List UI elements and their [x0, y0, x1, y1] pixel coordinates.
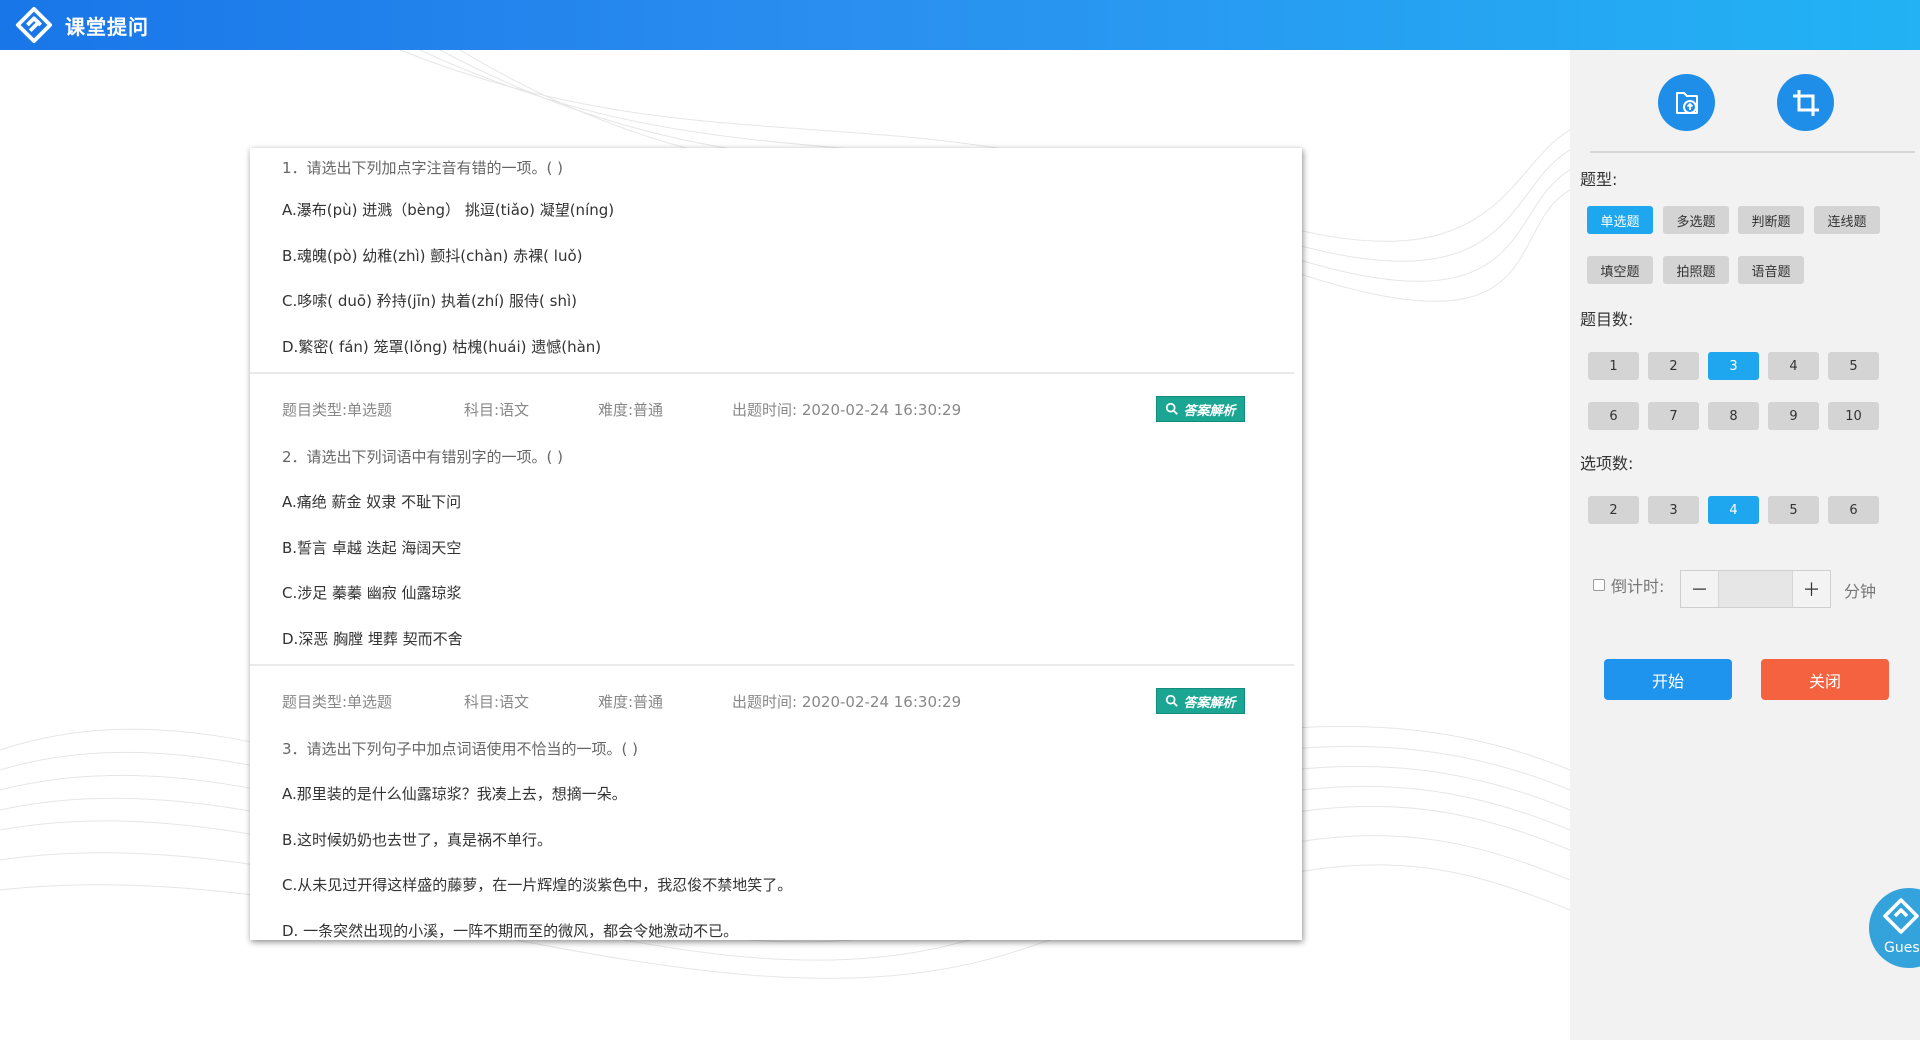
close-button[interactable]: 关闭 [1761, 659, 1889, 700]
answer-analysis-button[interactable]: 答案解析 [1156, 396, 1245, 422]
crop-button[interactable] [1777, 74, 1834, 131]
countdown-input[interactable] [1718, 571, 1793, 607]
minutes-unit-label: 分钟 [1844, 582, 1877, 601]
app-header: 课堂提问 [0, 0, 1920, 50]
count-option-10[interactable]: 10 [1828, 402, 1879, 430]
question-option: B.魂魄(pò) 幼稚(zhì) 颤抖(chàn) 赤裸( luǒ) [282, 246, 583, 265]
question-meta: 题目类型:单选题 科目:语文 难度:普通 出题时间: 2020-02-24 16… [250, 384, 1302, 434]
question-panel: 1．请选出下列加点字注音有错的一项。( ) A.瀑布(pù) 迸溅（bèng） … [250, 148, 1302, 940]
question-type: 题目类型:单选题 [282, 692, 393, 711]
answer-analysis-button[interactable]: 答案解析 [1156, 688, 1245, 714]
count-option-8[interactable]: 8 [1708, 402, 1759, 430]
diamond-logo-icon [15, 6, 53, 44]
type-single-choice[interactable]: 单选题 [1587, 206, 1653, 234]
options-option-6[interactable]: 6 [1828, 496, 1879, 524]
divider [250, 372, 1294, 374]
question-title: 3．请选出下列句子中加点词语使用不恰当的一项。( ) [282, 740, 639, 758]
count-option-1[interactable]: 1 [1588, 352, 1639, 380]
countdown-label: 倒计时: [1611, 577, 1665, 596]
count-option-3[interactable]: 3 [1708, 352, 1759, 380]
search-icon [1166, 694, 1179, 707]
question-option: D.繁密( fán) 笼罩(lǒng) 枯槐(huái) 遗憾(hàn) [282, 337, 602, 356]
search-icon [1166, 402, 1179, 415]
question-block: 题目类型:单选题 科目:语文 难度:普通 出题时间: 2020-02-24 16… [250, 384, 1302, 666]
type-true-false[interactable]: 判断题 [1738, 206, 1804, 234]
question-type: 题目类型:单选题 [282, 400, 393, 419]
option-count-label: 选项数: [1580, 454, 1634, 473]
type-multiple-choice[interactable]: 多选题 [1663, 206, 1729, 234]
question-option: C.从未见过开得这样盛的藤萝，在一片辉煌的淡紫色中，我忍俊不禁地笑了。 [282, 876, 793, 894]
increment-button[interactable]: ＋ [1793, 571, 1830, 607]
countdown-toggle[interactable]: 倒计时: [1593, 573, 1664, 597]
upload-file-button[interactable] [1658, 74, 1715, 131]
countdown-stepper: － ＋ [1680, 570, 1831, 608]
question-option: D.深恶 胸膛 埋葬 契而不舍 [282, 629, 463, 648]
count-option-7[interactable]: 7 [1648, 402, 1699, 430]
settings-panel: 题型: 单选题 多选题 判断题 连线题 填空题 拍照题 语音题 题目数: 1 2… [1570, 50, 1920, 1040]
question-title: 1．请选出下列加点字注音有错的一项。( ) [282, 159, 564, 177]
app-title: 课堂提问 [65, 14, 149, 39]
question-subject: 科目:语文 [464, 692, 530, 711]
count-option-4[interactable]: 4 [1768, 352, 1819, 380]
crop-icon [1792, 89, 1819, 116]
question-option: B.誓言 卓越 迭起 海阔天空 [282, 538, 462, 557]
question-difficulty: 难度:普通 [598, 692, 664, 711]
question-difficulty: 难度:普通 [598, 400, 664, 419]
type-matching[interactable]: 连线题 [1814, 206, 1880, 234]
options-option-3[interactable]: 3 [1648, 496, 1699, 524]
folder-upload-icon [1675, 91, 1698, 114]
question-option: D. 一条突然出现的小溪，一阵不期而至的微风，都会令她激动不已。 [282, 921, 739, 940]
divider [1590, 151, 1915, 153]
diamond-logo-icon [1883, 898, 1919, 934]
question-count-label: 题目数: [1580, 310, 1634, 329]
question-time: 出题时间: 2020-02-24 16:30:29 [732, 692, 962, 711]
answer-analysis-label: 答案解析 [1183, 695, 1236, 711]
question-time: 出题时间: 2020-02-24 16:30:29 [732, 400, 962, 419]
question-block: 题目类型:单选题 科目:语文 难度:普通 出题时间: 2020-02-24 16… [250, 676, 1302, 940]
question-meta: 题目类型:单选题 科目:语文 难度:普通 出题时间: 2020-02-24 16… [250, 676, 1302, 726]
question-type-label: 题型: [1580, 170, 1618, 189]
count-option-2[interactable]: 2 [1648, 352, 1699, 380]
start-button[interactable]: 开始 [1604, 659, 1732, 700]
divider [250, 664, 1294, 666]
count-option-5[interactable]: 5 [1828, 352, 1879, 380]
question-option: C.哆嗦( duō) 矜持(jīn) 执着(zhí) 服侍( shì) [282, 292, 577, 310]
question-option: B.这时候奶奶也去世了，真是祸不单行。 [282, 830, 553, 849]
question-option: A.痛绝 薪金 奴隶 不耻下问 [282, 493, 462, 511]
options-option-5[interactable]: 5 [1768, 496, 1819, 524]
decrement-button[interactable]: － [1681, 571, 1718, 607]
answer-analysis-label: 答案解析 [1183, 403, 1236, 419]
question-option: A.那里装的是什么仙露琼浆？我凑上去，想摘一朵。 [282, 785, 627, 803]
type-fill-blank[interactable]: 填空题 [1587, 256, 1653, 284]
question-title: 2．请选出下列词语中有错别字的一项。( ) [282, 448, 564, 466]
guest-label: Gues [1884, 940, 1920, 956]
question-block: 1．请选出下列加点字注音有错的一项。( ) A.瀑布(pù) 迸溅（bèng） … [250, 148, 1302, 374]
type-voice[interactable]: 语音题 [1738, 256, 1804, 284]
question-option: A.瀑布(pù) 迸溅（bèng） 挑逗(tiǎo) 凝望(níng) [282, 201, 615, 219]
question-subject: 科目:语文 [464, 400, 530, 419]
options-option-4[interactable]: 4 [1708, 496, 1759, 524]
type-photo[interactable]: 拍照题 [1663, 256, 1729, 284]
countdown-checkbox[interactable] [1593, 579, 1605, 591]
count-option-6[interactable]: 6 [1588, 402, 1639, 430]
count-option-9[interactable]: 9 [1768, 402, 1819, 430]
options-option-2[interactable]: 2 [1588, 496, 1639, 524]
question-option: C.涉足 蓁蓁 幽寂 仙露琼浆 [282, 584, 462, 602]
